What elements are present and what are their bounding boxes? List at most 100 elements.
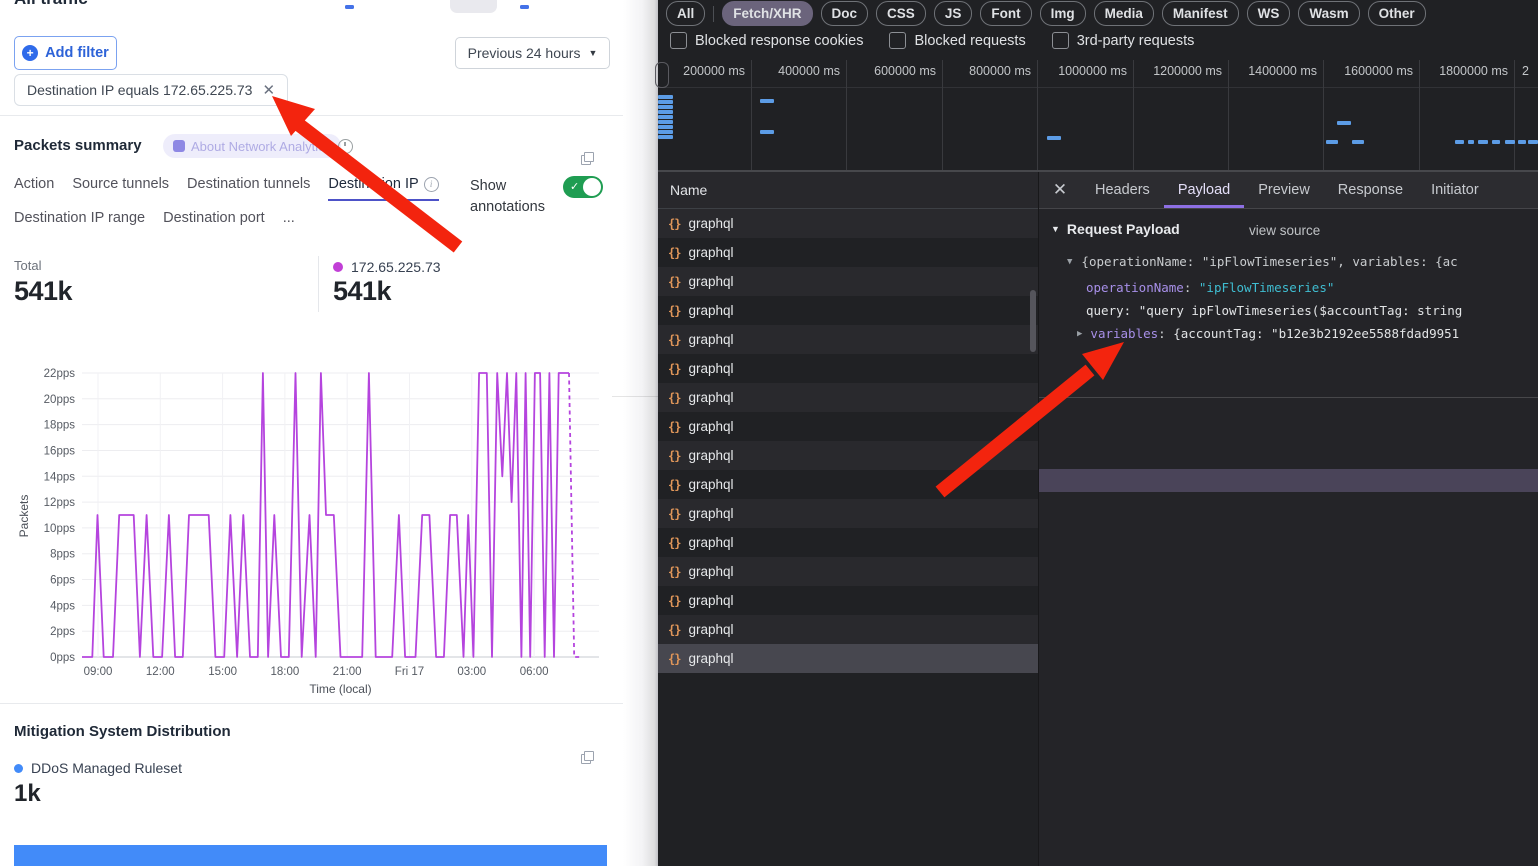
detail-tabs: HeadersPayloadPreviewResponseInitiator — [1081, 172, 1493, 208]
detail-tab-payload[interactable]: Payload — [1164, 172, 1244, 208]
request-row[interactable]: {}graphql — [658, 499, 1038, 528]
checkbox-icon[interactable] — [1052, 32, 1069, 49]
requests-scrollbar[interactable] — [1030, 290, 1036, 352]
waterfall-bar — [1326, 140, 1338, 144]
request-name: graphql — [688, 332, 733, 347]
request-row[interactable]: {}graphql — [658, 412, 1038, 441]
network-filter-all[interactable]: All — [666, 1, 705, 26]
collapse-triangle-icon: ▼ — [1067, 257, 1072, 267]
network-filter-media[interactable]: Media — [1094, 1, 1154, 26]
svg-text:18:00: 18:00 — [271, 666, 300, 678]
svg-text:09:00: 09:00 — [84, 666, 113, 678]
network-filter-doc[interactable]: Doc — [821, 1, 869, 26]
ruler-label: 1800000 ms — [1438, 64, 1508, 78]
request-row[interactable]: {}graphql — [658, 296, 1038, 325]
close-icon[interactable]: ✕ — [1039, 172, 1081, 208]
tab-[interactable]: ... — [283, 210, 295, 233]
detail-tab-headers[interactable]: Headers — [1081, 172, 1164, 208]
payload-variables-row[interactable]: ▶ variables: {accountTag: "b12e3b2192ee5… — [1077, 326, 1459, 341]
mitigation-legend: DDoS Managed Ruleset — [14, 760, 182, 776]
popout-icon[interactable] — [581, 152, 594, 165]
popout-icon[interactable] — [581, 751, 594, 764]
request-payload-section[interactable]: ▼ Request Payload — [1051, 221, 1180, 237]
request-row[interactable]: {}graphql — [658, 238, 1038, 267]
ruler-label: 400000 ms — [770, 64, 840, 78]
tab-action[interactable]: Action — [14, 176, 54, 199]
checkbox-blocked-requests[interactable]: Blocked requests — [889, 32, 1025, 49]
waterfall-bar — [658, 135, 673, 139]
svg-text:8pps: 8pps — [50, 549, 75, 561]
request-row[interactable]: {}graphql — [658, 644, 1038, 673]
request-row[interactable]: {}graphql — [658, 586, 1038, 615]
network-filter-fetch-xhr[interactable]: Fetch/XHR — [722, 1, 812, 26]
network-filter-css[interactable]: CSS — [876, 1, 926, 26]
filter-chip[interactable]: Destination IP equals 172.65.225.73 ✕ — [14, 74, 288, 106]
ruler-label: 1400000 ms — [1247, 64, 1317, 78]
time-range-dropdown[interactable]: Previous 24 hours ▼ — [455, 37, 610, 69]
expand-triangle-icon: ▶ — [1077, 329, 1082, 339]
waterfall-bar — [658, 125, 673, 129]
request-row[interactable]: {}graphql — [658, 441, 1038, 470]
series-legend: 172.65.225.73 — [333, 259, 441, 275]
detail-tab-initiator[interactable]: Initiator — [1417, 172, 1493, 208]
tab-source-tunnels[interactable]: Source tunnels — [72, 176, 169, 199]
tab-destination-tunnels[interactable]: Destination tunnels — [187, 176, 310, 199]
request-row[interactable]: {}graphql — [658, 209, 1038, 238]
network-filter-manifest[interactable]: Manifest — [1162, 1, 1239, 26]
divider — [0, 115, 623, 116]
request-row[interactable]: {}graphql — [658, 528, 1038, 557]
waterfall-bar — [1518, 140, 1526, 144]
add-filter-button[interactable]: + Add filter — [14, 36, 117, 70]
payload-summary-line[interactable]: ▼ {operationName: "ipFlowTimeseries", va… — [1067, 254, 1458, 269]
tab-destination-port[interactable]: Destination port — [163, 210, 265, 233]
ruler-label: 1200000 ms — [1152, 64, 1222, 78]
request-detail-panel: ✕ HeadersPayloadPreviewResponseInitiator… — [1038, 172, 1538, 866]
detail-tab-preview[interactable]: Preview — [1244, 172, 1324, 208]
network-filter-ws[interactable]: WS — [1247, 1, 1291, 26]
fetch-icon: {} — [668, 507, 680, 521]
request-row[interactable]: {}graphql — [658, 325, 1038, 354]
show-annotations-toggle[interactable]: ✓ — [563, 176, 603, 198]
payload-key: variables — [1090, 326, 1158, 341]
fetch-icon: {} — [668, 565, 680, 579]
toggle-knob — [583, 178, 601, 196]
payload-value: "query ipFlowTimeseries($accountTag: str… — [1139, 303, 1463, 318]
fetch-icon: {} — [668, 217, 680, 231]
network-filter-other[interactable]: Other — [1368, 1, 1426, 26]
tab-destination-ip[interactable]: Destination IPi — [328, 176, 438, 201]
request-row[interactable]: {}graphql — [658, 354, 1038, 383]
checkbox-icon[interactable] — [670, 32, 687, 49]
seam-line — [1039, 397, 1538, 398]
request-row[interactable]: {}graphql — [658, 267, 1038, 296]
request-row[interactable]: {}graphql — [658, 615, 1038, 644]
waterfall-bar — [1047, 136, 1061, 140]
network-filter-img[interactable]: Img — [1040, 1, 1086, 26]
network-filter-font[interactable]: Font — [980, 1, 1031, 26]
checkbox-icon[interactable] — [889, 32, 906, 49]
checkbox-blocked-response-cookies[interactable]: Blocked response cookies — [670, 32, 863, 49]
remove-filter-icon[interactable]: ✕ — [262, 81, 275, 99]
mitigation-value: 1k — [14, 780, 41, 808]
request-row[interactable]: {}graphql — [658, 557, 1038, 586]
requests-name-header[interactable]: Name — [658, 172, 1038, 209]
network-filter-js[interactable]: JS — [934, 1, 973, 26]
svg-text:16pps: 16pps — [44, 446, 76, 458]
checkbox-3rd-party-requests[interactable]: 3rd-party requests — [1052, 32, 1195, 49]
about-network-analytics-badge[interactable]: About Network Analytics — [163, 134, 341, 158]
tab-destination-ip-range[interactable]: Destination IP range — [14, 210, 145, 233]
fetch-icon: {} — [668, 304, 680, 318]
request-row[interactable]: {}graphql — [658, 470, 1038, 499]
payload-query-row[interactable]: query: "query ipFlowTimeseries($accountT… — [1086, 303, 1462, 318]
request-row[interactable]: {}graphql — [658, 383, 1038, 412]
chevron-down-icon: ▼ — [588, 48, 597, 58]
ruler-divider — [658, 87, 1538, 88]
waterfall-bar — [1492, 140, 1500, 144]
network-filter-wasm[interactable]: Wasm — [1298, 1, 1359, 26]
packets-timeseries-chart: 0pps2pps4pps6pps8pps10pps12pps14pps16pps… — [14, 356, 614, 696]
page-title: All traffic — [14, 0, 174, 11]
view-source-link[interactable]: view source — [1249, 223, 1320, 238]
query-row-highlight — [1039, 469, 1538, 492]
svg-text:20pps: 20pps — [44, 394, 76, 406]
collapse-triangle-icon: ▼ — [1051, 224, 1060, 234]
detail-tab-response[interactable]: Response — [1324, 172, 1417, 208]
